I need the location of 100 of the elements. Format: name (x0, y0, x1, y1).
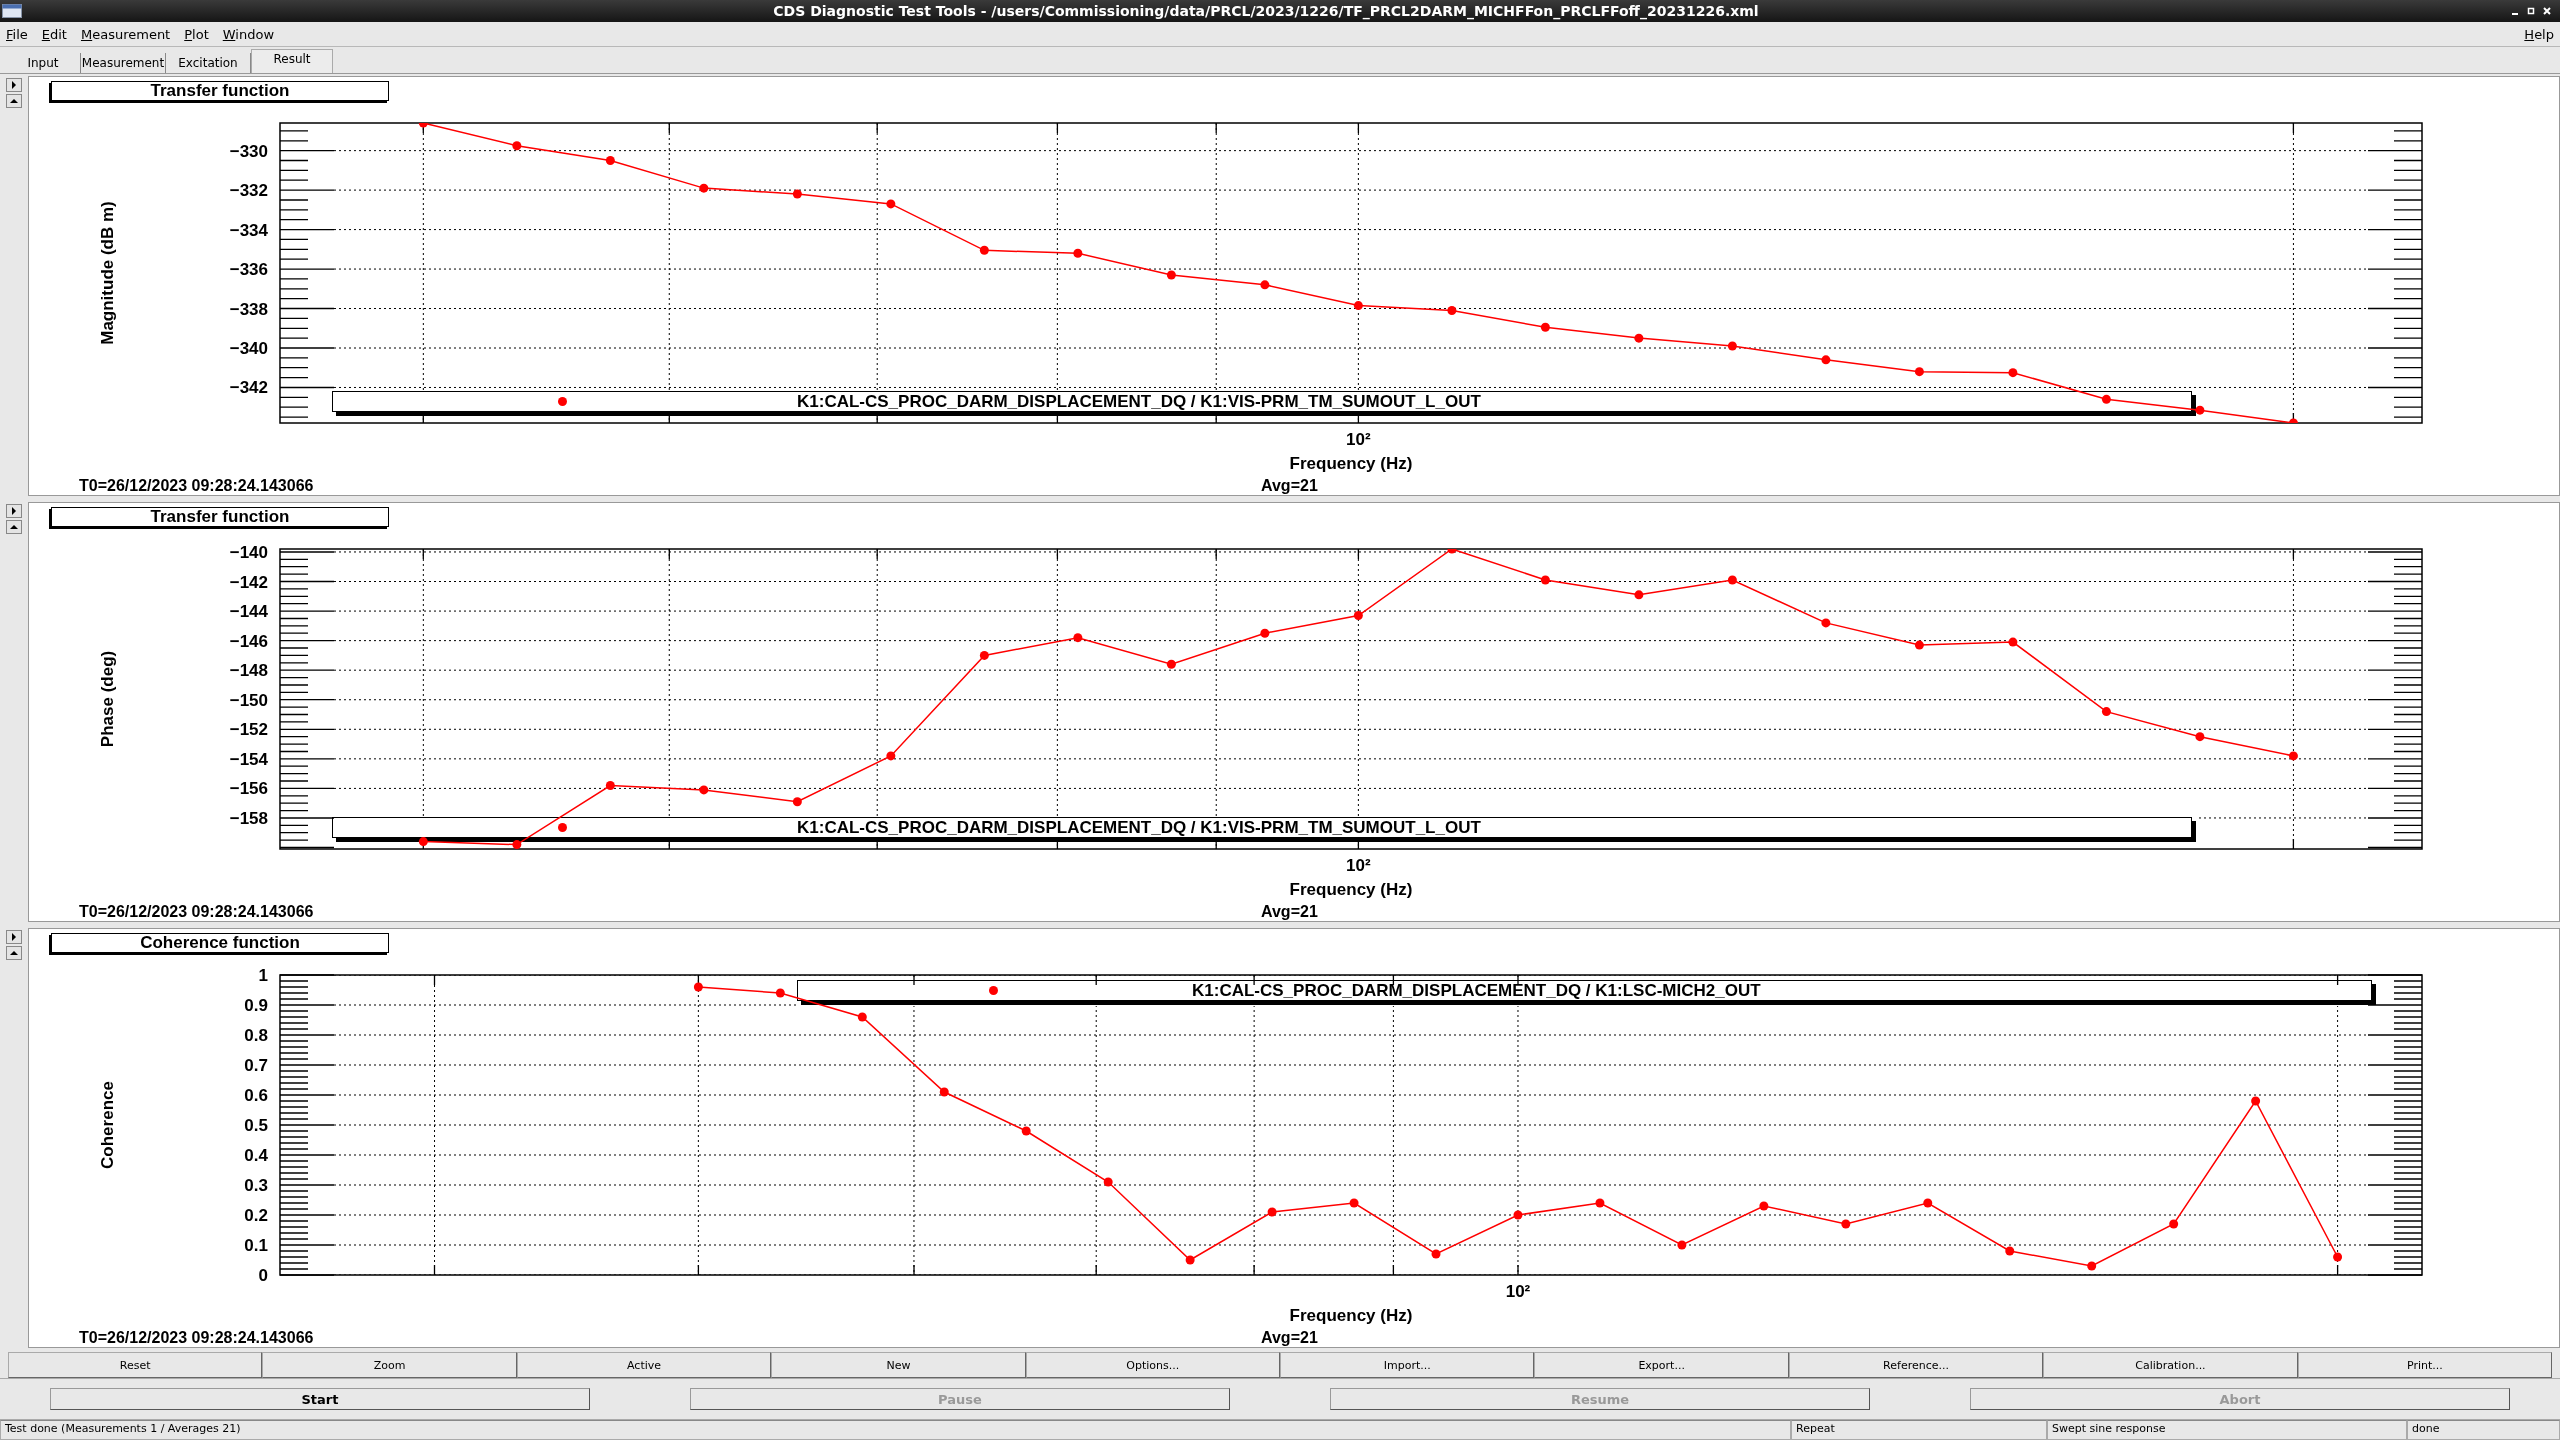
data-point (512, 141, 522, 151)
data-point (1073, 633, 1083, 643)
axis-tick-label: −152 (229, 720, 268, 740)
axis-tick-label: 1 (258, 966, 268, 985)
data-point (1185, 1255, 1195, 1265)
menu-item[interactable]: Help (2524, 26, 2554, 42)
toolbar-button[interactable]: New (771, 1352, 1026, 1378)
data-point (1914, 640, 1924, 650)
data-point (1727, 575, 1737, 585)
axis-tick-label: −154 (229, 749, 268, 769)
axis-tick-label: −338 (229, 299, 268, 319)
axis-tick-label: 10² (1346, 430, 1371, 449)
menu-item[interactable]: Measurement (80, 26, 171, 42)
axis-tick-label: 0.5 (244, 1116, 268, 1135)
plot-title: Transfer function (51, 81, 389, 101)
data-point (1447, 306, 1457, 315)
collapse-button[interactable] (6, 520, 22, 534)
axis-tick-label: 0.3 (244, 1176, 268, 1195)
data-point (2008, 637, 2018, 647)
data-point (2008, 368, 2018, 378)
menu-item[interactable]: Plot (184, 26, 209, 42)
data-point (699, 183, 709, 193)
expand-button[interactable] (6, 504, 22, 518)
toolbar-button[interactable]: Reference... (1788, 1352, 2044, 1378)
toolbar-button[interactable]: Options... (1025, 1352, 1281, 1378)
status-field: Test done (Measurements 1 / Averages 21) (0, 1420, 1791, 1440)
axis-tick-label: −334 (229, 220, 268, 240)
data-point (1073, 248, 1083, 258)
data-point (979, 245, 989, 255)
status-field: done (2407, 1420, 2560, 1440)
y-axis-label: Magnitude (dB m) (98, 201, 117, 345)
menu-item[interactable]: Edit (41, 26, 67, 42)
toolbar-button[interactable]: Export... (1534, 1352, 1789, 1378)
data-point (512, 840, 522, 849)
triangle-up-icon (10, 98, 18, 104)
data-point (605, 156, 615, 165)
close-icon[interactable] (2542, 6, 2552, 16)
expand-button[interactable] (6, 78, 22, 92)
data-point (2101, 394, 2111, 404)
data-point (2333, 1252, 2343, 1262)
data-point (1914, 367, 1924, 377)
toolbar-button[interactable]: Calibration... (2043, 1352, 2298, 1378)
maximize-icon[interactable] (2526, 6, 2536, 16)
run-control-button[interactable]: Start (50, 1388, 590, 1410)
data-point (1103, 1177, 1113, 1187)
data-point (2195, 405, 2205, 415)
data-point (792, 189, 802, 199)
start-time-label: T0=26/12/2023 09:28:24.143066 (79, 903, 315, 921)
data-point (1821, 355, 1831, 365)
data-point (775, 988, 785, 998)
axis-tick-label: −142 (229, 572, 268, 592)
axis-tick-label: 0.8 (244, 1026, 268, 1045)
start-time-label: T0=26/12/2023 09:28:24.143066 (79, 1329, 315, 1347)
data-point (2288, 751, 2298, 761)
menu-item[interactable]: Window (222, 26, 275, 42)
tab[interactable]: Result (251, 49, 333, 73)
data-point (1349, 1198, 1359, 1208)
data-point (1841, 1219, 1851, 1229)
averages-label: Avg=21 (1261, 1329, 1318, 1347)
data-point (418, 123, 428, 128)
plot-title: Coherence function (51, 933, 389, 953)
data-point (1021, 1126, 1031, 1136)
axis-tick-label: 0 (258, 1266, 268, 1285)
toolbar-button[interactable]: Zoom (262, 1352, 517, 1378)
y-axis-label: Phase (deg) (98, 650, 117, 748)
data-point (2169, 1219, 2179, 1229)
axis-tick-label: −156 (229, 779, 268, 799)
toolbar-button[interactable]: Reset (8, 1352, 263, 1378)
data-point (1634, 590, 1644, 600)
expand-button[interactable] (6, 930, 22, 944)
toolbar-button[interactable]: Active (516, 1352, 772, 1378)
triangle-right-icon (11, 81, 17, 89)
menu-item[interactable]: File (6, 26, 28, 42)
axis-tick-label: 0.4 (244, 1146, 268, 1165)
tab[interactable]: Input (6, 53, 81, 73)
toolbar-button[interactable]: Print... (2297, 1352, 2553, 1378)
data-point (1821, 618, 1831, 628)
y-axis-label: Coherence (98, 1081, 117, 1169)
axis-tick-label: −342 (229, 378, 268, 398)
data-point (886, 751, 896, 761)
collapse-button[interactable] (6, 946, 22, 960)
legend-marker (558, 823, 567, 832)
axis-tick-label: −158 (229, 808, 268, 828)
legend-label: K1:CAL-CS_PROC_DARM_DISPLACEMENT_DQ / K1:VIS-PRM_TM_SUMOUT_L_OUT (797, 392, 1481, 411)
data-point (1260, 280, 1270, 290)
tab[interactable]: Measurement (81, 53, 166, 73)
data-point (2195, 732, 2205, 742)
x-axis-label: Frequency (Hz) (1289, 1306, 1413, 1325)
data-point (2251, 1096, 2261, 1106)
triangle-up-icon (10, 524, 18, 530)
data-point (1595, 1198, 1605, 1208)
averages-label: Avg=21 (1261, 477, 1318, 495)
toolbar-button[interactable]: Import... (1280, 1352, 1535, 1378)
data-point (1431, 1249, 1441, 1259)
data-point (1267, 1207, 1277, 1217)
triangle-right-icon (11, 507, 17, 515)
axis-tick-label: 10² (1346, 856, 1371, 875)
collapse-button[interactable] (6, 94, 22, 108)
axis-tick-label: 0.1 (244, 1236, 268, 1255)
status-field: Repeat (1791, 1420, 2047, 1440)
